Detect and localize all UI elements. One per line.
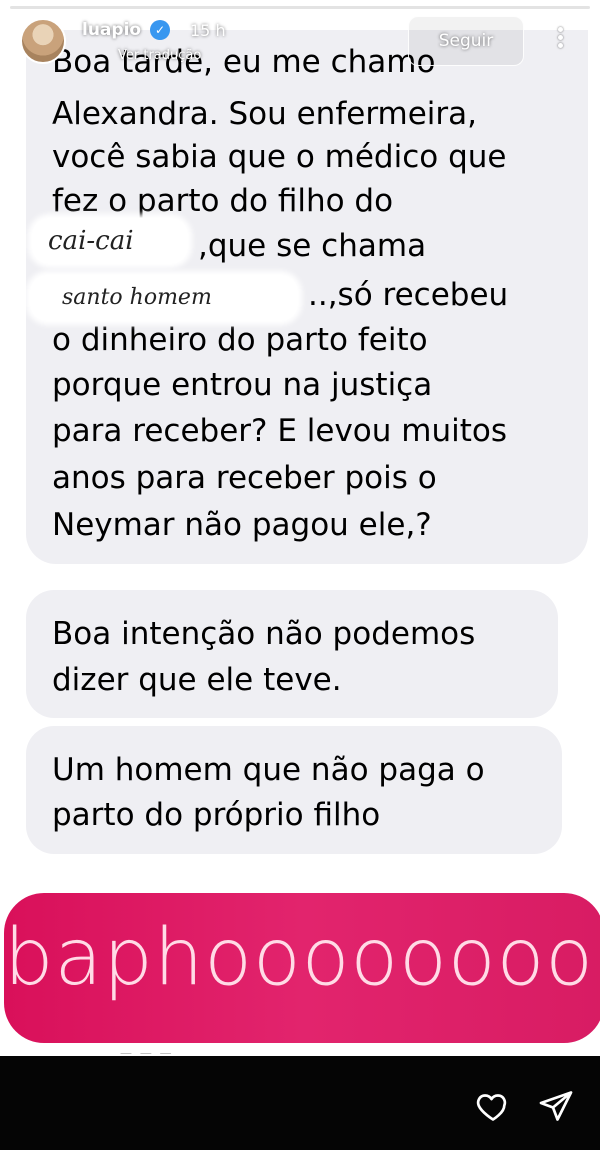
message-line: ,que se chama xyxy=(198,228,427,264)
sticker-cai-cai: cai-cai xyxy=(32,218,188,264)
message-line: o dinheiro do parto feito xyxy=(52,322,428,358)
message-line: para receber? E levou muitos xyxy=(52,413,507,449)
message-line: dizer que ele teve. xyxy=(52,662,342,698)
story-canvas: Boa tarde, eu me chamo Alexandra. Sou en… xyxy=(0,0,600,1056)
follow-button[interactable]: Seguir xyxy=(408,16,524,66)
message-line: Boa tarde, eu me chamo xyxy=(52,44,436,80)
banner-text: baphoooooooo xyxy=(4,913,595,1003)
send-icon[interactable] xyxy=(536,1088,576,1124)
baphooo-banner: baphoooooooo xyxy=(4,893,600,1043)
time-ago: 15 h xyxy=(190,21,226,40)
message-line: anos para receber pois o xyxy=(52,460,437,496)
verified-badge-icon: ✓ xyxy=(150,20,170,40)
message-line: Alexandra. Sou enfermeira, xyxy=(52,96,477,132)
divider-dots: — — — xyxy=(120,1046,174,1056)
message-line: Boa intenção não podemos xyxy=(52,616,476,652)
message-line: parto do próprio filho xyxy=(52,797,381,833)
username[interactable]: luapio xyxy=(82,20,141,40)
message-line: você sabia que o médico que xyxy=(52,139,507,175)
heart-icon[interactable] xyxy=(474,1088,512,1124)
message-line: fez o parto do filho do xyxy=(52,183,394,219)
story-progress-bar xyxy=(10,6,590,9)
message-line: Neymar não pagou ele,? xyxy=(52,507,432,543)
message-line: Um homem que não paga o xyxy=(52,752,485,788)
more-options-icon[interactable] xyxy=(548,24,572,58)
translate-link[interactable]: Ver tradução xyxy=(118,48,201,63)
message-line: ..,só recebeu xyxy=(308,277,509,313)
sticker-santo-homem: santo homem xyxy=(30,275,298,321)
message-line: porque entrou na justiça xyxy=(52,367,433,403)
avatar[interactable] xyxy=(20,18,66,64)
